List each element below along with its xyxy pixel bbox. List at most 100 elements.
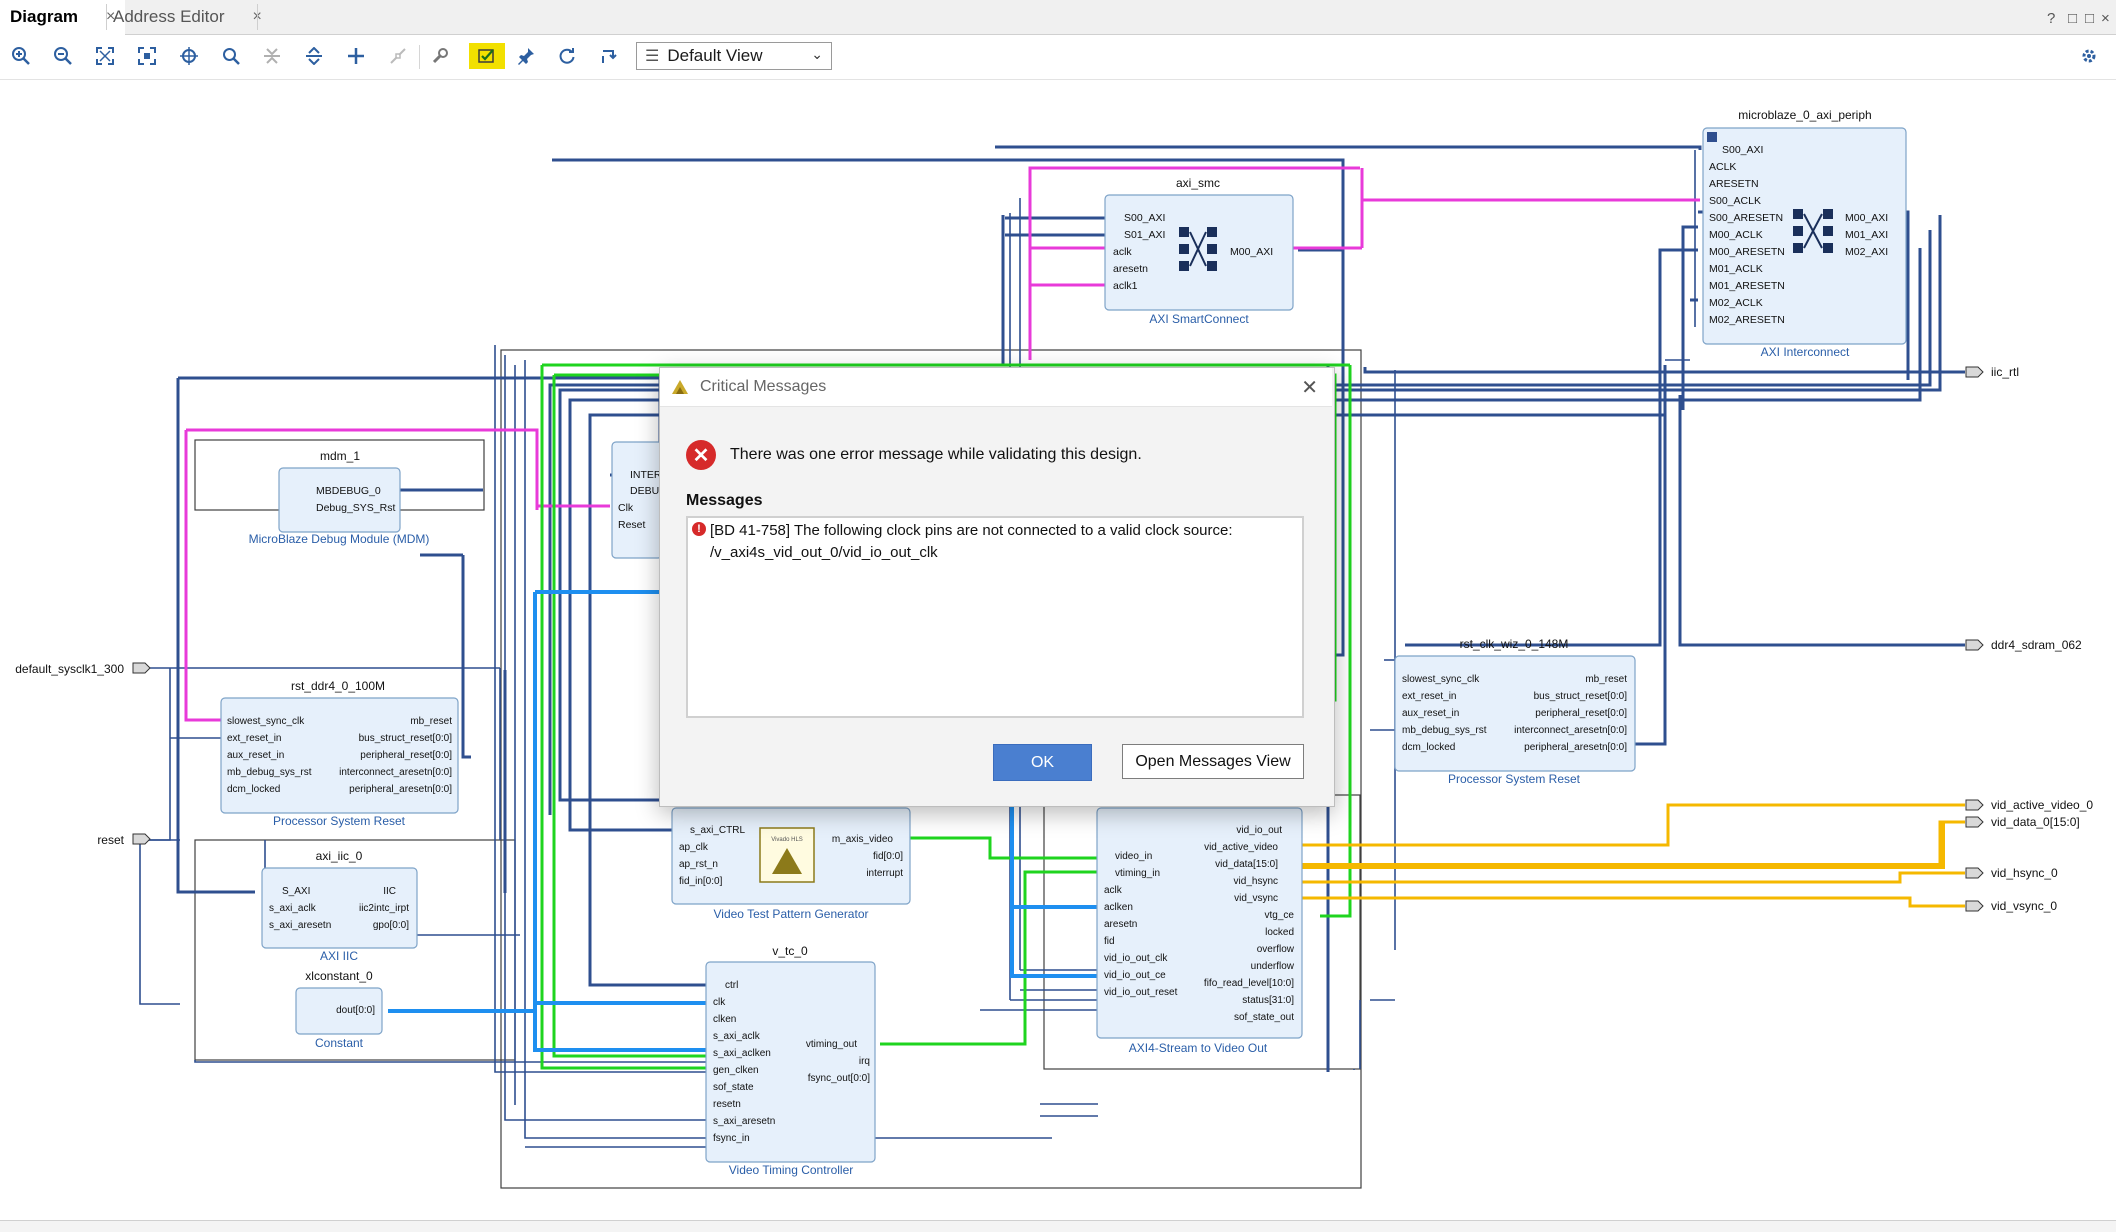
block-title: rst_ddr4_0_100M <box>291 679 385 693</box>
port-label: ctrl <box>725 980 738 991</box>
port-vid-active[interactable]: vid_active_video_0 <box>1991 798 2093 812</box>
ok-button[interactable]: OK <box>993 744 1092 781</box>
help-icon[interactable]: ? <box>2047 10 2055 27</box>
port-vid-data[interactable]: vid_data_0[15:0] <box>1991 815 2080 829</box>
maximize-icon[interactable]: □ <box>2085 10 2094 27</box>
port-label: peripheral_aresetn[0:0] <box>1524 742 1627 753</box>
port-label: fid <box>1104 936 1115 947</box>
block-axi4-stream-to-video-out[interactable]: AXI4-Stream to Video Out video_in vtimin… <box>1096 807 1303 1055</box>
search-icon[interactable] <box>218 43 244 69</box>
tab-separator <box>257 4 258 30</box>
block-caption: AXI IIC <box>320 949 358 963</box>
port-label: vid_io_out_reset <box>1104 987 1178 998</box>
close-icon[interactable]: ✕ <box>1301 375 1318 400</box>
port-label: vid_data[15:0] <box>1215 859 1278 870</box>
port-label: S_AXI <box>282 886 310 897</box>
tab-address-editor-label: Address Editor <box>113 7 225 26</box>
port-label: S01_AXI <box>1124 229 1165 241</box>
port-label: M00_AXI <box>1230 246 1273 258</box>
port-label: M00_ACLK <box>1709 229 1763 241</box>
select-area-icon[interactable] <box>176 43 202 69</box>
chevron-down-icon: ⌄ <box>811 46 823 62</box>
port-label: ACLK <box>1709 161 1736 173</box>
add-ip-icon[interactable] <box>343 43 369 69</box>
port-label: M01_ARESETN <box>1709 280 1785 292</box>
port-label: mb_reset <box>410 716 452 727</box>
messages-list[interactable]: ! [BD 41-758] The following clock pins a… <box>686 516 1304 718</box>
port-label: ext_reset_in <box>227 733 281 744</box>
block-rst-ddr4[interactable]: rst_ddr4_0_100M Processor System Reset s… <box>220 679 459 828</box>
port-label: IIC <box>383 886 396 897</box>
video-out-nets <box>1290 803 1965 908</box>
block-constant[interactable]: xlconstant_0 Constant dout[0:0] <box>295 969 383 1050</box>
port-label: Reset <box>618 519 646 531</box>
open-messages-view-button[interactable]: Open Messages View <box>1122 744 1304 779</box>
list-icon: ☰ <box>645 48 660 65</box>
expand-all-icon[interactable] <box>301 43 327 69</box>
block-mdm[interactable]: mdm_1 MicroBlaze Debug Module (MDM) MBDE… <box>249 449 430 546</box>
block-microblaze[interactable]: INTER DEBU Clk Reset <box>611 441 663 559</box>
block-title: axi_smc <box>1176 176 1220 190</box>
port-label: ARESETN <box>1709 178 1759 190</box>
block-caption: AXI4-Stream to Video Out <box>1129 1041 1268 1055</box>
port-label: status[31:0] <box>1242 995 1294 1006</box>
pin-icon[interactable] <box>513 43 539 69</box>
error-summary-text: There was one error message while valida… <box>730 446 1142 463</box>
port-label: slowest_sync_clk <box>227 716 305 727</box>
port-label: M02_ACLK <box>1709 297 1763 309</box>
regenerate-icon[interactable] <box>554 43 580 69</box>
close-window-icon[interactable]: × <box>2101 10 2110 27</box>
fit-icon[interactable] <box>92 43 118 69</box>
block-rst-clk-wiz[interactable]: rst_clk_wiz_0_148M Processor System Rese… <box>1394 637 1636 786</box>
collapse-all-icon[interactable] <box>259 43 285 69</box>
zoom-out-icon[interactable] <box>50 43 76 69</box>
validate-icon[interactable] <box>469 43 505 69</box>
port-ddr4[interactable]: ddr4_sdram_062 <box>1991 638 2082 652</box>
float-window-icon[interactable]: □ <box>2068 10 2077 27</box>
port-label: m_axis_video <box>832 834 894 845</box>
auto-connect-icon[interactable] <box>596 43 622 69</box>
message-line[interactable]: /v_axi4s_vid_out_0/vid_io_out_clk <box>710 544 938 561</box>
messages-label: Messages <box>686 492 763 509</box>
dialog-title-bar[interactable]: Critical Messages ✕ <box>660 368 1332 407</box>
disconnect-icon[interactable] <box>385 43 411 69</box>
port-label: vtiming_out <box>806 1039 857 1050</box>
port-label: sof_state <box>713 1082 754 1093</box>
port-label: ap_rst_n <box>679 859 718 870</box>
port-label: mb_debug_sys_rst <box>1402 725 1487 736</box>
block-test-pattern-generator[interactable]: Video Test Pattern Generator s_axi_CTRL … <box>671 807 911 921</box>
port-label: bus_struct_reset[0:0] <box>1534 691 1628 702</box>
block-title: axi_iic_0 <box>316 849 363 863</box>
view-select[interactable]: ☰ Default View ⌄ <box>636 42 832 70</box>
port-vid-vsync[interactable]: vid_vsync_0 <box>1991 899 2057 913</box>
port-label: s_axi_aresetn <box>713 1116 775 1127</box>
message-line[interactable]: [BD 41-758] The following clock pins are… <box>710 522 1233 539</box>
block-axi-interconnect[interactable]: microblaze_0_axi_periph AXI Interconnect… <box>1702 108 1907 359</box>
fit-selection-icon[interactable] <box>134 43 160 69</box>
port-label: aclk <box>1104 885 1123 896</box>
gear-icon[interactable] <box>2076 43 2102 69</box>
block-video-timing-controller[interactable]: v_tc_0 Video Timing Controller ctrl clk … <box>705 944 876 1177</box>
error-icon: ! <box>692 522 706 536</box>
port-label: Debug_SYS_Rst <box>316 502 395 514</box>
port-label: vid_vsync <box>1234 893 1278 904</box>
port-label: fid_in[0:0] <box>679 876 723 887</box>
port-iic-rtl[interactable]: iic_rtl <box>1991 365 2019 379</box>
zoom-in-icon[interactable] <box>8 43 34 69</box>
port-label: s_axi_aclk <box>269 903 317 914</box>
port-label: Clk <box>618 502 634 514</box>
port-label: M01_ACLK <box>1709 263 1763 275</box>
wrench-icon[interactable] <box>427 43 453 69</box>
tab-address-editor[interactable]: Address Editor × <box>103 0 272 34</box>
port-label: bus_struct_reset[0:0] <box>359 733 453 744</box>
port-vid-hsync[interactable]: vid_hsync_0 <box>1991 866 2058 880</box>
port-label: dout[0:0] <box>336 1005 375 1016</box>
expand-icon[interactable] <box>1707 132 1717 142</box>
block-title: xlconstant_0 <box>305 969 373 983</box>
port-label: peripheral_reset[0:0] <box>1535 708 1627 719</box>
port-default-sysclk[interactable]: default_sysclk1_300 <box>15 662 124 676</box>
block-axi-smartconnect[interactable]: axi_smc AXI SmartConnect S00_AXI S01_AXI… <box>1104 176 1294 326</box>
block-caption: Processor System Reset <box>1448 772 1581 786</box>
block-axi-iic[interactable]: axi_iic_0 AXI IIC S_AXI s_axi_aclk s_axi… <box>261 849 418 963</box>
port-reset[interactable]: reset <box>97 833 124 847</box>
